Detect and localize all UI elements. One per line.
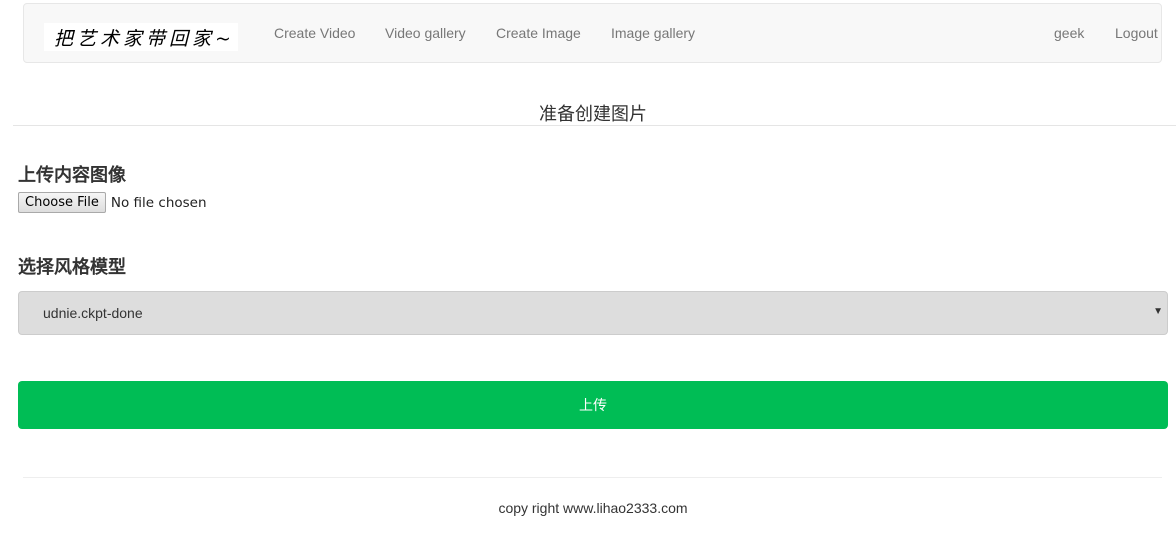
file-input[interactable]: Choose File No file chosen [18,192,207,213]
footer-divider [23,477,1162,478]
upload-label: 上传内容图像 [18,165,126,185]
file-status: No file chosen [110,194,207,211]
nav-user[interactable]: geek [1054,25,1084,41]
style-model-label: 选择风格模型 [18,257,126,277]
navbar: 把艺术家带回家~ Create Video Video gallery Crea… [23,3,1162,63]
choose-file-button[interactable]: Choose File [18,192,106,213]
nav-create-video[interactable]: Create Video [274,25,355,41]
nav-video-gallery[interactable]: Video gallery [385,25,466,41]
nav-create-image[interactable]: Create Image [496,25,581,41]
brand-logo[interactable]: 把艺术家带回家~ [44,23,238,51]
upload-submit-button[interactable]: 上传 [18,381,1168,429]
nav-image-gallery[interactable]: Image gallery [611,25,695,41]
style-model-select[interactable]: udnie.ckpt-done ▼ [18,291,1168,335]
heading-divider [13,125,1176,126]
caret-down-icon: ▼ [1153,306,1163,317]
footer-copyright: copy right www.lihao2333.com [498,500,688,516]
style-model-value: udnie.ckpt-done [43,305,143,321]
nav-logout[interactable]: Logout [1115,25,1158,41]
page-title: 准备创建图片 [539,104,647,124]
